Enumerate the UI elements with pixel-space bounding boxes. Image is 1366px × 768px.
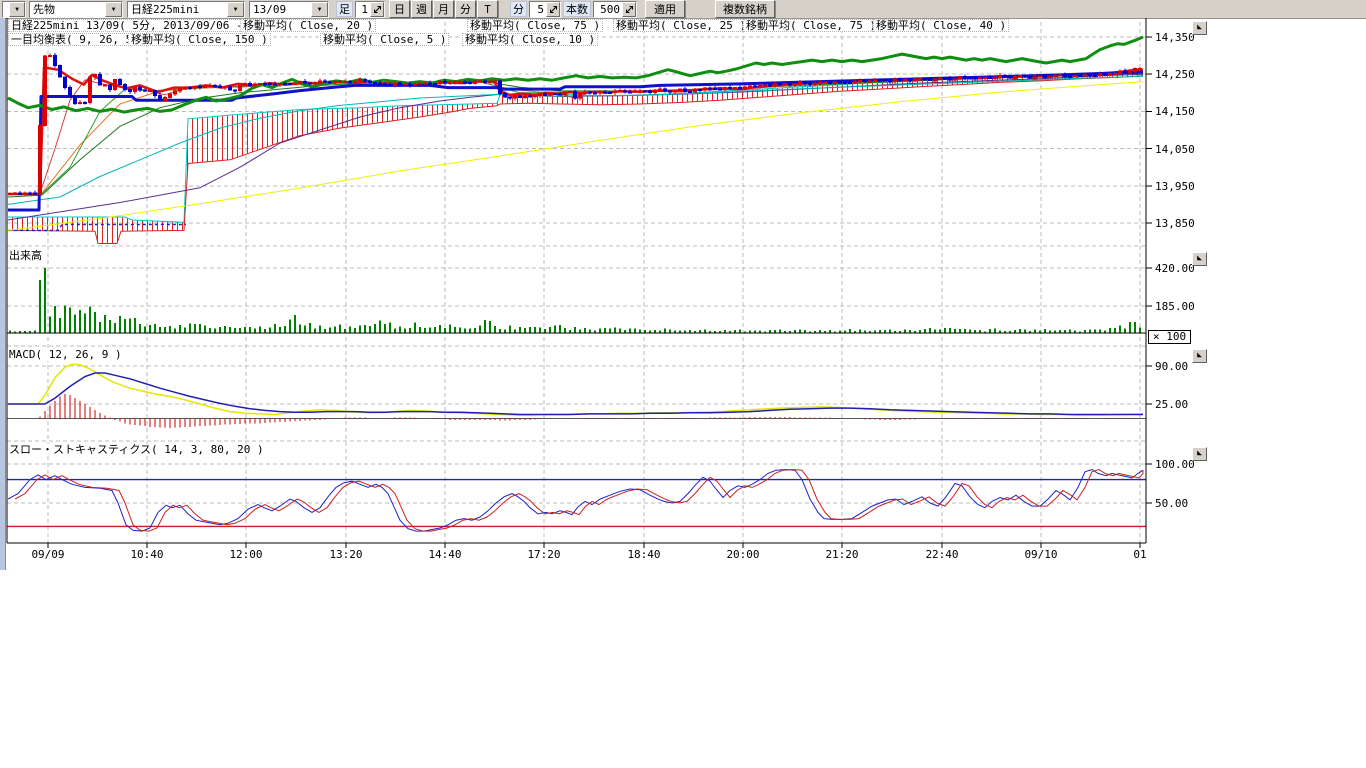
y-axis-label: 90.00 <box>1155 361 1188 372</box>
chart-header-item: 移動平均( Close, 20 ) <box>240 19 376 32</box>
x-axis-label: 09/09 <box>26 549 70 560</box>
stoch-panel-label: スロー・ストキャスティクス( 14, 3, 80, 20 ) <box>9 444 264 456</box>
y-axis-label: 50.00 <box>1155 498 1188 509</box>
x-axis-label: 12:00 <box>224 549 268 560</box>
x-axis-label: 20:00 <box>721 549 765 560</box>
panel-scale-button[interactable]: ◣ <box>1192 21 1207 35</box>
volume-panel-label: 出来高 <box>9 250 42 262</box>
x-axis-label: 18:40 <box>622 549 666 560</box>
panel-scale-button[interactable]: ◣ <box>1192 252 1207 266</box>
chart-header-item: 移動平均( Close, 150 ) <box>128 33 271 46</box>
x-axis-label: 09/10 <box>1019 549 1063 560</box>
x-axis-label: 22:40 <box>920 549 964 560</box>
panel-scale-button[interactable]: ◣ <box>1192 447 1207 461</box>
y-axis-label: 14,050 <box>1155 144 1195 155</box>
x-axis-label: 01 <box>1118 549 1162 560</box>
chart-header-item: 移動平均( Close, 25 ) <box>613 19 749 32</box>
volume-multiplier-badge: × 100 <box>1148 330 1191 344</box>
y-axis-label: 185.00 <box>1155 301 1195 312</box>
chart-header-item: 移動平均( Close, 75 ) <box>743 19 879 32</box>
panel-scale-button[interactable]: ◣ <box>1192 349 1207 363</box>
x-axis-label: 10:40 <box>125 549 169 560</box>
chart-area[interactable]: 日経225mini 13/09( 5分, 2013/09/06 - 2013/0… <box>0 0 1366 768</box>
y-axis-label: 13,950 <box>1155 181 1195 192</box>
x-axis-label: 21:20 <box>820 549 864 560</box>
x-axis-label: 14:40 <box>423 549 467 560</box>
chart-header-item: 移動平均( Close, 75 ) <box>467 19 603 32</box>
y-axis-label: 14,350 <box>1155 32 1195 43</box>
chart-header-item: 移動平均( Close, 10 ) <box>462 33 598 46</box>
y-axis-label: 14,150 <box>1155 106 1195 117</box>
macd-panel-label: MACD( 12, 26, 9 ) <box>9 349 122 361</box>
y-axis-label: 13,850 <box>1155 218 1195 229</box>
x-axis-label: 13:20 <box>324 549 368 560</box>
y-axis-label: 14,250 <box>1155 69 1195 80</box>
y-axis-label: 100.00 <box>1155 459 1195 470</box>
x-axis-label: 17:20 <box>522 549 566 560</box>
y-axis-label: 25.00 <box>1155 399 1188 410</box>
chart-header-item: 移動平均( Close, 40 ) <box>873 19 1009 32</box>
chart-header-item: 移動平均( Close, 5 ) <box>320 33 449 46</box>
y-axis-label: 420.00 <box>1155 263 1195 274</box>
